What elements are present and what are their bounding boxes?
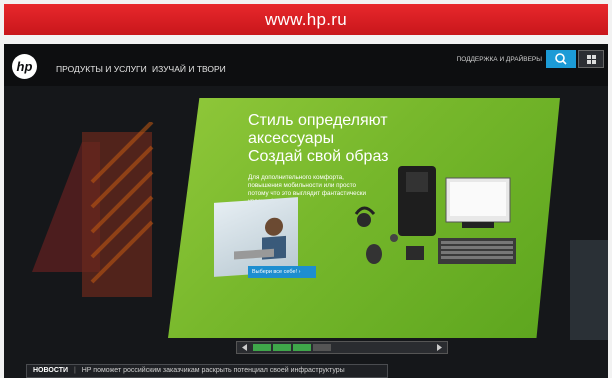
news-separator: |: [73, 367, 76, 374]
nav-explore[interactable]: ИЗУЧАЙ И ТВОРИ: [152, 64, 226, 74]
hp-website: hp ПРОДУКТЫ И УСЛУГИ ИЗУЧАЙ И ТВОРИ ПОДД…: [4, 44, 608, 378]
background-numeral-decor: [22, 120, 162, 302]
slide-dot-4[interactable]: [313, 344, 331, 351]
woman-laptop-photo: [214, 197, 298, 277]
search-button[interactable]: [546, 50, 576, 68]
site-header: hp ПРОДУКТЫ И УСЛУГИ ИЗУЧАЙ И ТВОРИ ПОДД…: [4, 44, 608, 86]
url-banner: www.hp.ru: [4, 4, 608, 35]
banner-title-line2: аксессуары: [248, 130, 335, 147]
banner-title-line1: Стиль определяют: [248, 112, 388, 129]
hp-logo[interactable]: hp: [12, 54, 37, 79]
slide-dot-1[interactable]: [253, 344, 271, 351]
windows-icon: [587, 55, 596, 64]
products-illustration: [334, 164, 524, 274]
windows-button[interactable]: [578, 50, 604, 68]
next-arrow-icon[interactable]: [435, 343, 443, 352]
support-link[interactable]: ПОДДЕРЖКА И ДРАЙВЕРЫ: [457, 56, 542, 63]
search-icon: [555, 53, 567, 65]
banner-title: Стиль определяют аксессуары Создай свой …: [248, 112, 389, 166]
slide-dot-2[interactable]: [273, 344, 291, 351]
slide-dot-3[interactable]: [293, 344, 311, 351]
background-right-panel: [570, 240, 608, 340]
prev-arrow-icon[interactable]: [241, 343, 249, 352]
cta-button[interactable]: Выбери все себе! ›: [248, 266, 316, 278]
news-ticker[interactable]: НОВОСТИ | HP поможет российским заказчик…: [26, 364, 388, 378]
news-label: НОВОСТИ: [33, 367, 69, 374]
carousel-indicator[interactable]: [236, 341, 448, 354]
nav-products[interactable]: ПРОДУКТЫ И УСЛУГИ: [56, 64, 147, 74]
news-headline[interactable]: HP поможет российским заказчикам раскрыт…: [82, 367, 345, 374]
